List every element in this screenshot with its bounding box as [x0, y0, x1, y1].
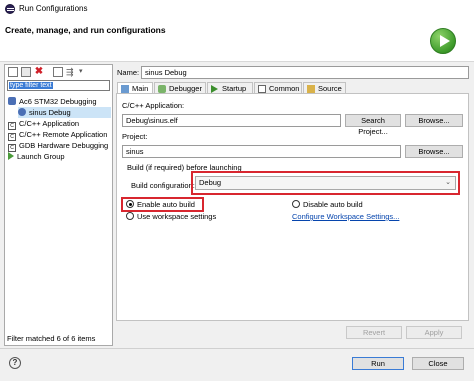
chevron-down-icon: ⌄ — [445, 179, 451, 186]
filter-status: Filter matched 6 of 6 items — [7, 334, 96, 343]
name-label: Name: — [117, 68, 140, 77]
enable-auto-build-radio[interactable] — [126, 200, 134, 208]
filter-icon[interactable]: ⇶ — [66, 67, 76, 77]
search-project-button[interactable]: Search Project... — [345, 114, 401, 136]
configure-workspace-link[interactable]: Configure Workspace Settings... — [292, 212, 399, 221]
run-button[interactable]: Run — [352, 357, 404, 370]
collapse-all-icon[interactable] — [53, 67, 63, 77]
debugger-tab-icon — [158, 85, 166, 93]
duplicate-icon[interactable] — [21, 67, 31, 77]
header-title: Create, manage, and run configurations — [5, 25, 166, 35]
delete-icon[interactable]: ✖ — [34, 67, 44, 77]
chevron-down-icon[interactable]: ▾ — [79, 67, 83, 75]
startup-tab-icon — [211, 85, 218, 93]
disable-auto-build-label: Disable auto build — [303, 200, 363, 209]
tree-item-sinus-debug[interactable]: sinus Debug — [18, 107, 111, 118]
build-config-label: Build configuration: — [131, 181, 195, 190]
help-icon[interactable]: ? — [9, 357, 21, 369]
config-icon — [18, 108, 26, 116]
tree-item-cpp-remote[interactable]: C C/C++ Remote Application — [8, 129, 107, 141]
project-field[interactable]: sinus — [122, 145, 401, 158]
browse-app-button[interactable]: Browse... — [405, 114, 463, 127]
close-button[interactable]: Close — [412, 357, 464, 370]
app-field[interactable]: Debug\sinus.elf — [122, 114, 341, 127]
window-title: Run Configurations — [19, 4, 88, 13]
tree-item-launch-group[interactable]: Launch Group — [8, 151, 65, 162]
source-tab-icon — [307, 85, 315, 93]
enable-auto-build-label: Enable auto build — [137, 200, 195, 209]
tree-item-cpp-app[interactable]: C C/C++ Application — [8, 118, 79, 130]
launch-icon — [8, 152, 14, 160]
run-icon — [430, 28, 456, 54]
tree-item-gdb[interactable]: C GDB Hardware Debugging — [8, 140, 108, 152]
main-tab-icon — [121, 85, 129, 93]
debug-icon — [8, 97, 16, 105]
apply-button[interactable]: Apply — [406, 326, 462, 339]
name-field[interactable]: sinus Debug — [141, 66, 469, 79]
use-workspace-label: Use workspace settings — [137, 212, 217, 221]
build-config-select[interactable]: Debug ⌄ — [195, 176, 456, 190]
browse-project-button[interactable]: Browse... — [405, 145, 463, 158]
eclipse-icon — [5, 4, 15, 14]
revert-button[interactable]: Revert — [346, 326, 402, 339]
project-label: Project: — [122, 132, 148, 141]
tree-item-ac6[interactable]: Ac6 STM32 Debugging — [8, 96, 97, 107]
new-config-icon[interactable] — [8, 67, 18, 77]
filter-input[interactable]: type filter text — [7, 80, 110, 91]
common-tab-icon — [258, 85, 266, 93]
footer-separator — [0, 348, 474, 349]
app-label: C/C++ Application: — [122, 101, 185, 110]
use-workspace-radio[interactable] — [126, 212, 134, 220]
disable-auto-build-radio[interactable] — [292, 200, 300, 208]
